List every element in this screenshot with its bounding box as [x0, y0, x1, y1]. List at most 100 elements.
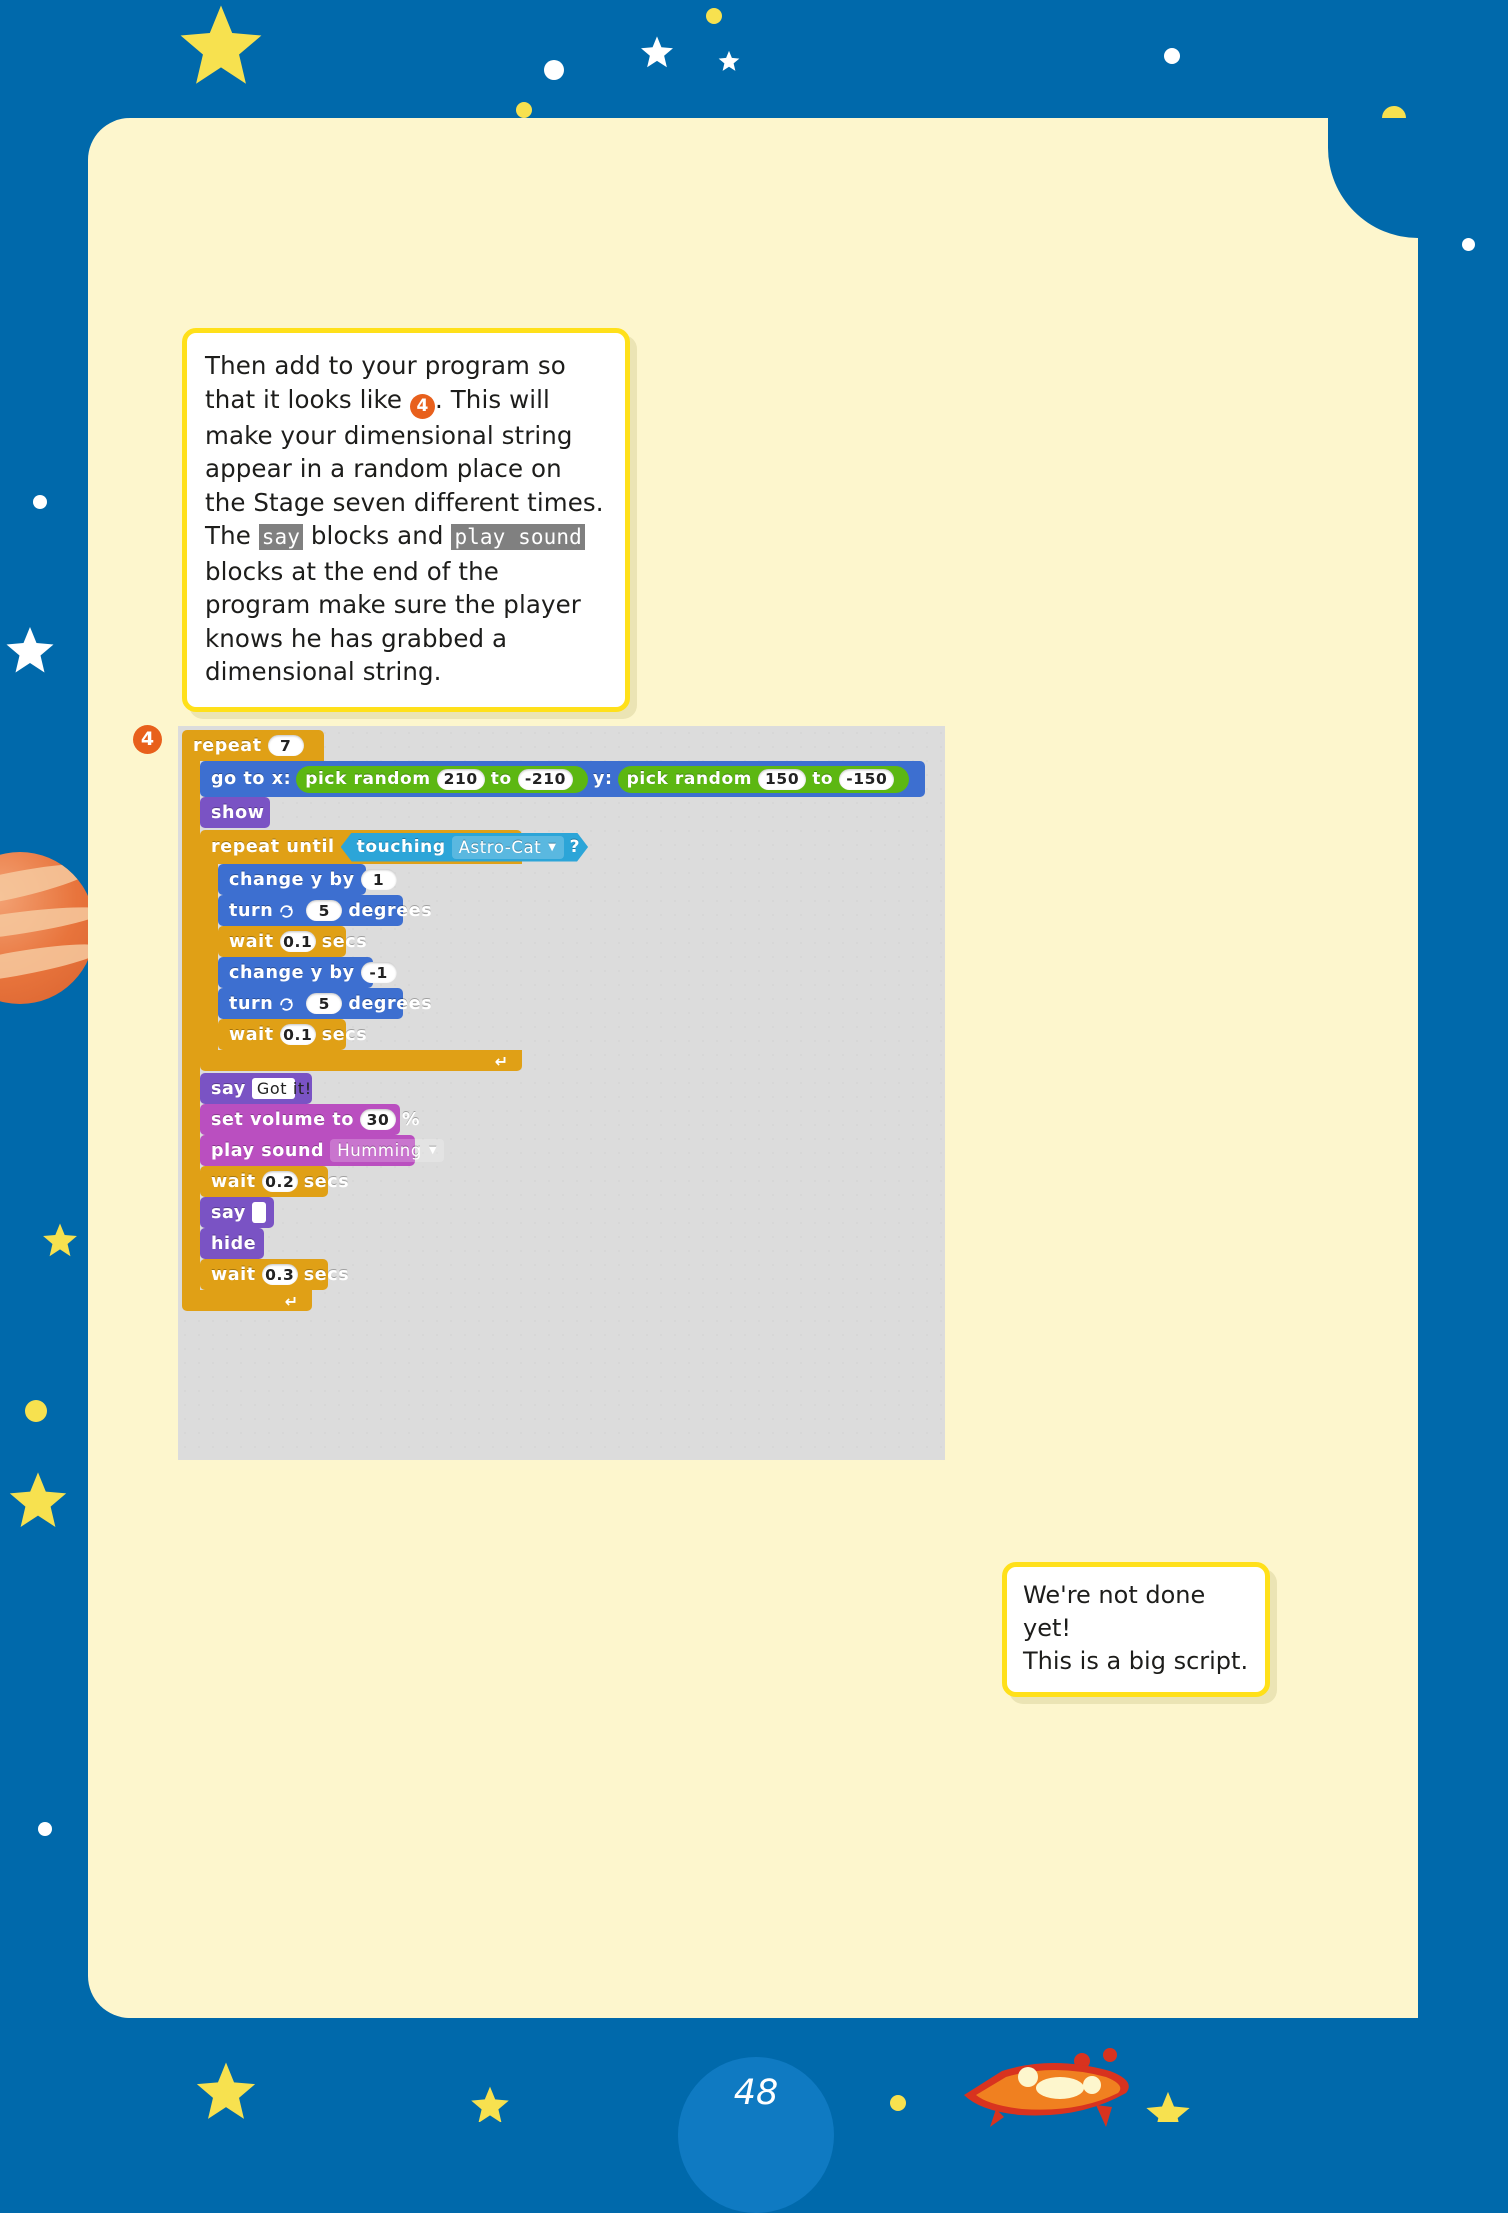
say-label: say: [211, 1202, 246, 1223]
change-y-value[interactable]: -1: [360, 962, 397, 983]
pick-random-x-label: pick random: [305, 769, 431, 789]
inline-code-play-sound: play sound: [451, 524, 585, 550]
wait-label: wait: [229, 931, 274, 952]
block-wait[interactable]: wait 0.3 secs: [200, 1259, 349, 1290]
wait-value[interactable]: 0.3: [261, 1264, 298, 1285]
dot-decoration: [890, 2095, 906, 2111]
instruction-callout: Then add to your program so that it look…: [182, 328, 630, 712]
star-icon: [718, 50, 740, 72]
wait-value[interactable]: 0.2: [261, 1171, 298, 1192]
hide-label: hide: [211, 1233, 257, 1254]
note-speech-bubble: We're not done yet! This is a big script…: [1002, 1562, 1270, 1697]
block-say[interactable]: say Got it!: [200, 1073, 312, 1104]
turn-degrees-value[interactable]: 5: [306, 900, 343, 921]
block-wait[interactable]: wait 0.2 secs: [200, 1166, 349, 1197]
play-sound-label: play sound: [211, 1140, 325, 1161]
turn-degrees-value[interactable]: 5: [306, 993, 343, 1014]
page-number: 48: [733, 2073, 779, 2113]
instruction-part-3: blocks and: [303, 521, 452, 550]
step-marker-4: 4: [133, 725, 162, 754]
dot-decoration: [38, 1822, 52, 1836]
star-icon: [195, 2060, 257, 2122]
block-repeat-until[interactable]: repeat until touching Astro-Cat ▼ ?: [200, 830, 522, 864]
say-text-input-empty[interactable]: [251, 1202, 266, 1223]
scratch-script-canvas: repeat 7 go to x: pick random 210 to -21…: [178, 726, 945, 1460]
say-label: say: [211, 1078, 246, 1099]
wait-suffix: secs: [303, 1264, 350, 1285]
block-set-volume[interactable]: set volume to 30 %: [200, 1104, 420, 1135]
go-to-x-label: go to x:: [211, 769, 292, 789]
star-icon: [5, 625, 55, 675]
chevron-down-icon: ▼: [428, 1145, 438, 1156]
repeat-times-input[interactable]: 7: [267, 735, 304, 756]
wait-value[interactable]: 0.1: [279, 1024, 316, 1045]
touching-target-dropdown[interactable]: Astro-Cat ▼: [452, 836, 564, 859]
turn-label: turn: [229, 993, 274, 1014]
change-y-value[interactable]: 1: [360, 869, 397, 890]
chevron-down-icon: ▼: [548, 841, 557, 853]
bubble-line-1: We're not done yet!: [1023, 1581, 1206, 1642]
pick-random-y-label: pick random: [626, 769, 753, 789]
wait-label: wait: [211, 1264, 256, 1285]
repeat-foot: ↵: [182, 1290, 312, 1311]
wait-label: wait: [229, 1024, 274, 1045]
pick-random-y-to-label: to: [812, 769, 834, 789]
pick-random-x[interactable]: pick random 210 to -210: [296, 765, 589, 793]
dot-decoration: [516, 102, 532, 118]
block-play-sound[interactable]: play sound Humming ▼: [200, 1135, 445, 1166]
block-wait[interactable]: wait 0.1 secs: [218, 926, 367, 957]
star-icon: [1145, 2090, 1191, 2122]
instruction-text: Then add to your program so that it look…: [205, 349, 607, 689]
ufo-icon: [960, 2035, 1138, 2135]
turn-label: turn: [229, 900, 274, 921]
block-show[interactable]: show: [200, 797, 270, 828]
block-say-empty[interactable]: say: [200, 1197, 274, 1228]
star-icon: [178, 2, 264, 88]
block-turn-clockwise[interactable]: turn 5 degrees: [218, 895, 432, 926]
play-sound-dropdown[interactable]: Humming ▼: [330, 1139, 445, 1162]
set-volume-value[interactable]: 30: [360, 1109, 397, 1130]
dot-decoration: [706, 8, 722, 24]
inline-code-say: say: [258, 524, 303, 550]
change-y-label: change y by: [229, 869, 355, 890]
pick-random-x-from[interactable]: 210: [436, 768, 485, 790]
block-go-to-xy[interactable]: go to x: pick random 210 to -210 y: pick…: [200, 761, 926, 797]
pick-random-y[interactable]: pick random 150 to -150: [617, 765, 910, 793]
star-icon: [8, 1470, 68, 1530]
block-show-label: show: [211, 802, 265, 823]
block-change-y-by[interactable]: change y by 1: [218, 864, 397, 895]
set-volume-suffix: %: [402, 1109, 421, 1130]
pick-random-y-to[interactable]: -150: [839, 768, 895, 790]
pick-random-x-to[interactable]: -210: [517, 768, 574, 790]
say-text-input[interactable]: Got it!: [251, 1078, 311, 1099]
dot-decoration: [25, 1400, 47, 1422]
wait-suffix: secs: [303, 1171, 350, 1192]
wait-value[interactable]: 0.1: [279, 931, 316, 952]
pick-random-y-from[interactable]: 150: [758, 768, 807, 790]
repeat-until-foot: ↵: [200, 1050, 522, 1071]
wait-suffix: secs: [321, 931, 368, 952]
star-icon: [42, 1222, 78, 1258]
block-repeat[interactable]: repeat 7: [182, 730, 324, 761]
repeat-until-left-arm: [200, 864, 218, 1050]
pick-random-x-to-label: to: [490, 769, 512, 789]
block-change-y-by[interactable]: change y by -1: [218, 957, 397, 988]
go-to-y-label: y:: [593, 769, 613, 789]
touching-sensing-block[interactable]: touching Astro-Cat ▼ ?: [341, 833, 588, 862]
dot-decoration: [1164, 48, 1180, 64]
page-corner-notch: [1328, 118, 1418, 238]
repeat-until-label: repeat until: [211, 837, 335, 857]
block-turn-clockwise[interactable]: turn 5 degrees: [218, 988, 432, 1019]
turn-degrees-suffix: degrees: [348, 993, 433, 1014]
turn-degrees-suffix: degrees: [348, 900, 433, 921]
block-wait[interactable]: wait 0.1 secs: [218, 1019, 367, 1050]
repeat-left-arm: [182, 761, 200, 1290]
star-icon: [640, 35, 674, 69]
block-hide[interactable]: hide: [200, 1228, 264, 1259]
dot-decoration: [1462, 238, 1475, 251]
loop-arrow-icon: ↵: [284, 1292, 298, 1311]
turn-cw-icon: [278, 903, 295, 919]
touching-target-value: Astro-Cat: [458, 837, 542, 857]
bubble-line-2: This is a big script.: [1023, 1647, 1249, 1675]
block-repeat-label: repeat: [193, 735, 262, 756]
